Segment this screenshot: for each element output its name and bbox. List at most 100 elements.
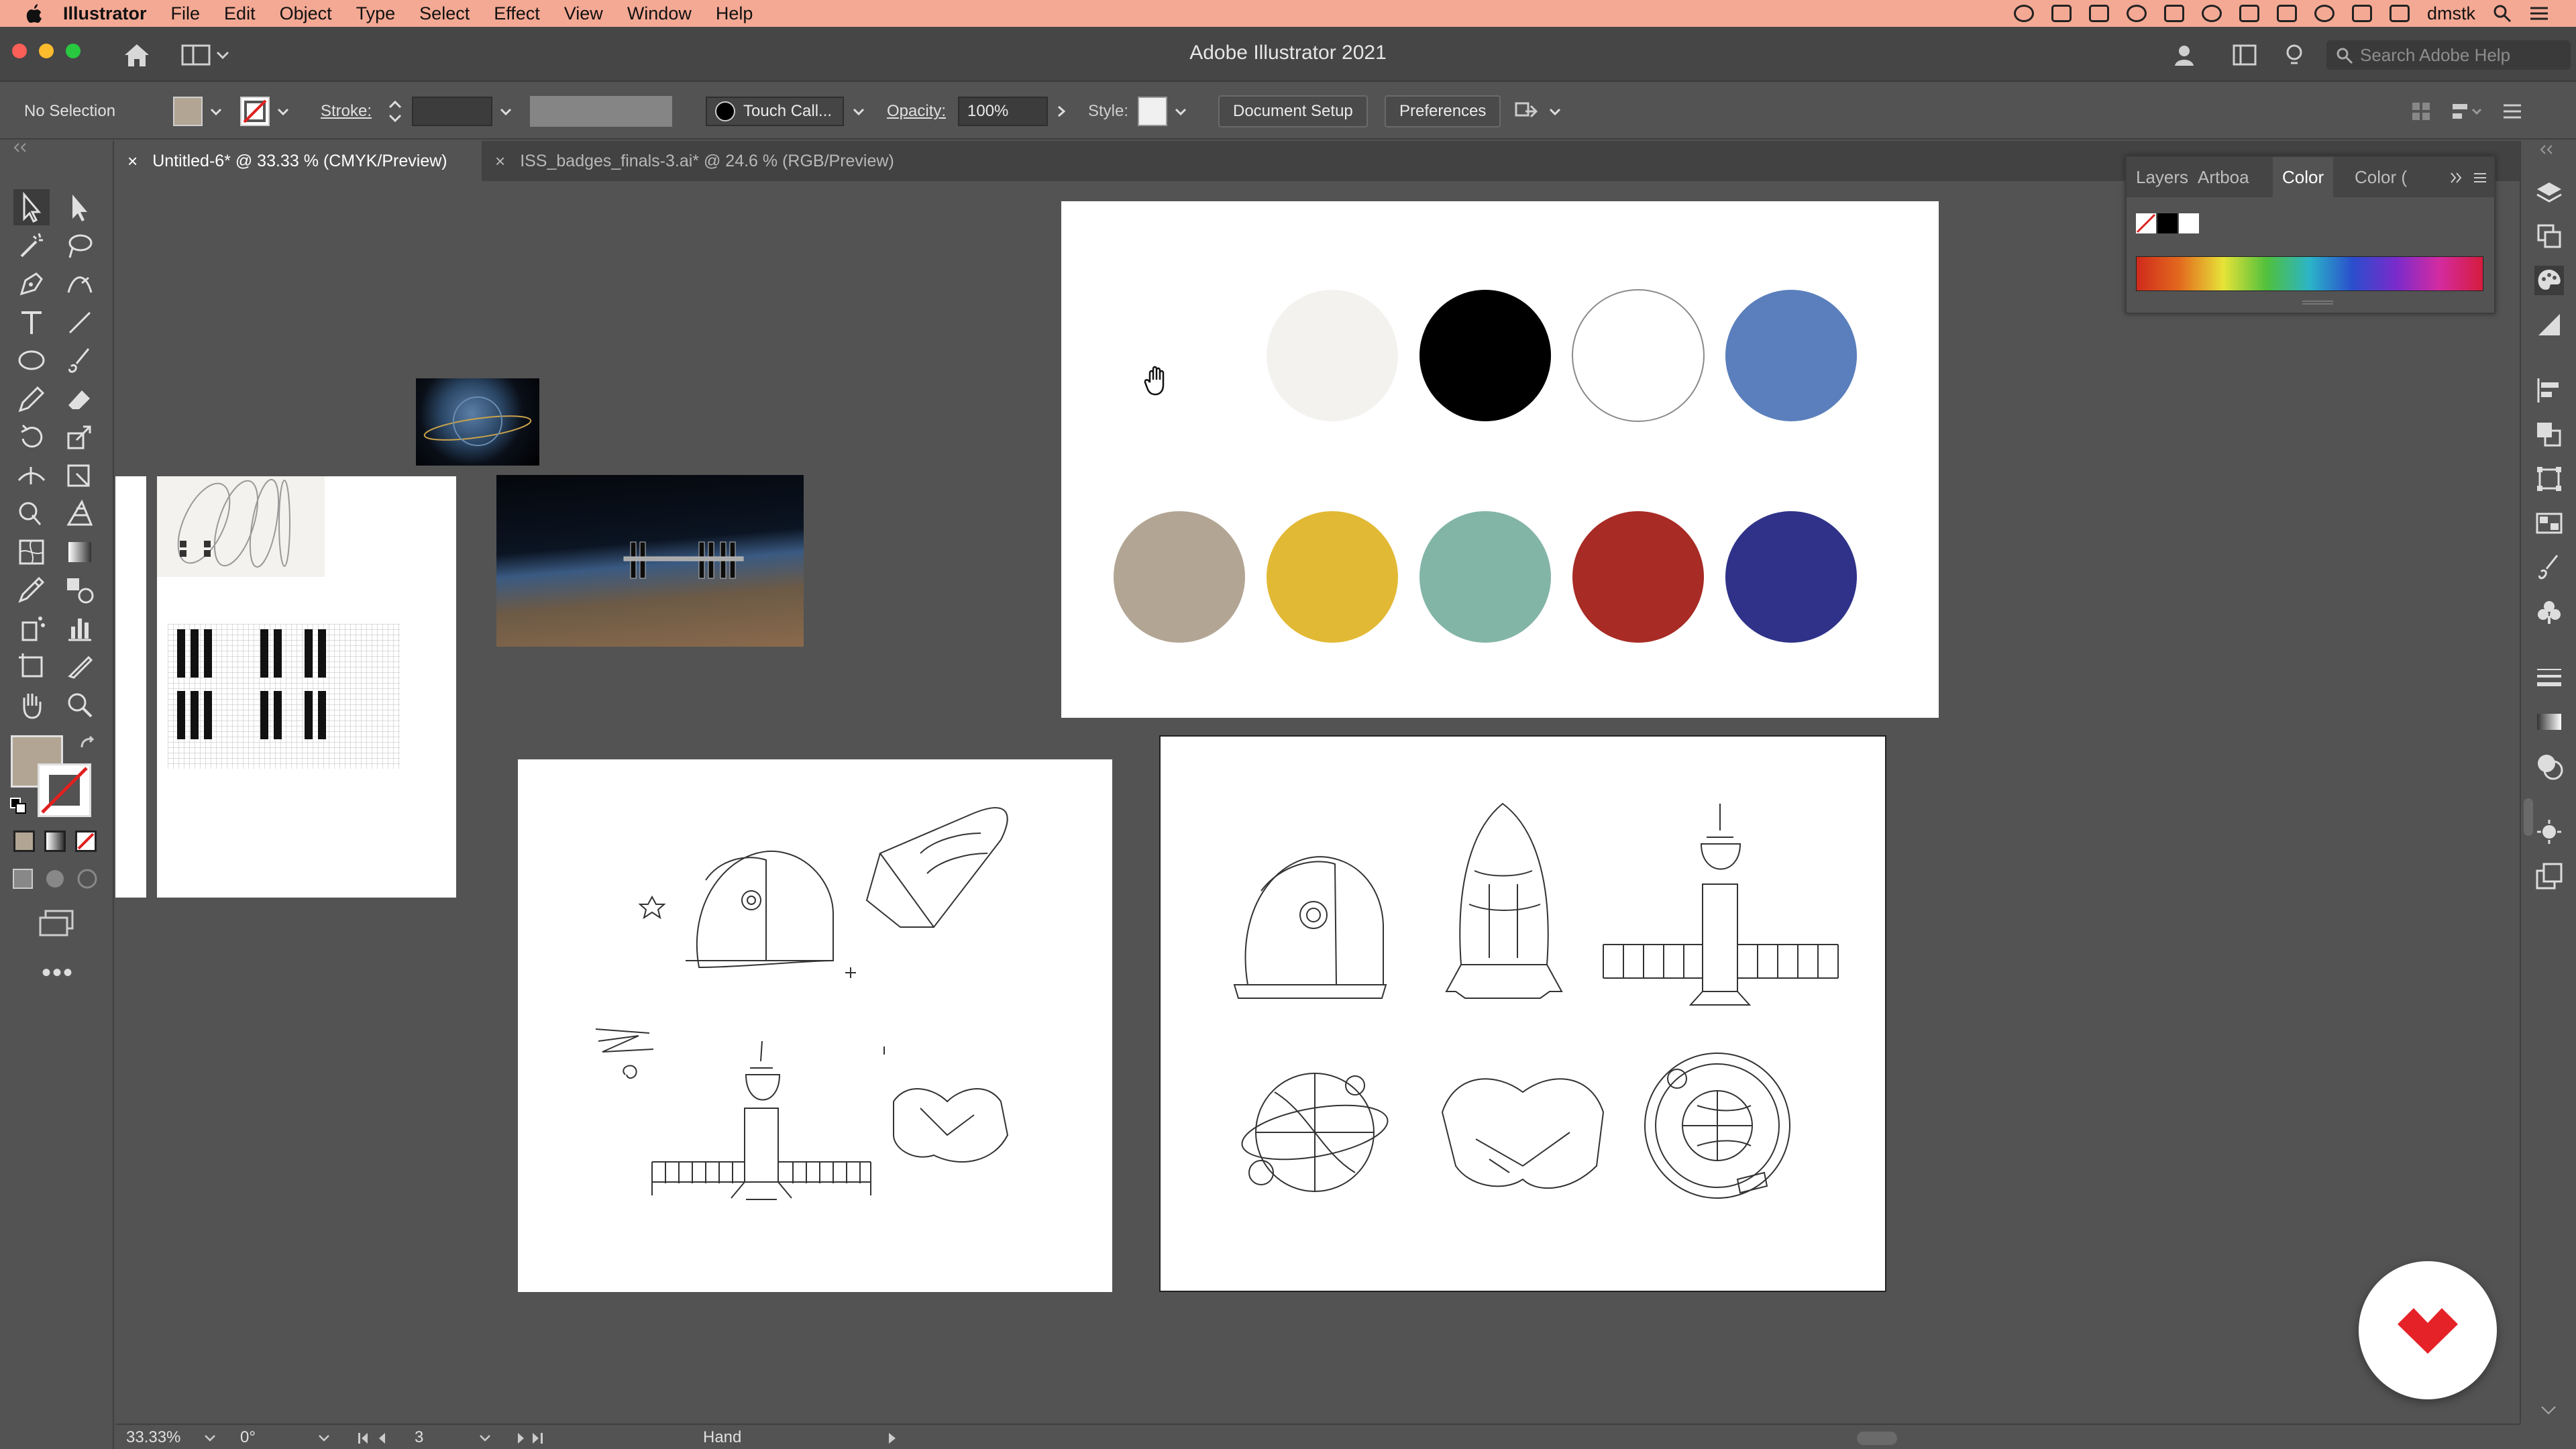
settings-icon[interactable] bbox=[2201, 5, 2222, 22]
align-panel-icon[interactable] bbox=[2534, 376, 2564, 405]
eyedropper-tool-icon[interactable] bbox=[13, 572, 50, 608]
magic-wand-tool-icon[interactable] bbox=[13, 228, 50, 264]
iss-over-earth-image[interactable] bbox=[496, 475, 804, 647]
tab-iss-badges[interactable]: × ISS_badges_finals-3.ai* @ 24.6 % (RGB/… bbox=[483, 141, 912, 181]
tab-artboards[interactable]: Artboa bbox=[2188, 157, 2259, 197]
collapse-icon[interactable] bbox=[9, 141, 36, 154]
zoom-tool-icon[interactable] bbox=[62, 687, 98, 723]
menu-view[interactable]: View bbox=[564, 3, 603, 24]
symbols-panel-icon[interactable] bbox=[2534, 597, 2564, 627]
paintbrush-tool-icon[interactable] bbox=[62, 342, 98, 378]
scrollbar-thumb[interactable] bbox=[1857, 1432, 1897, 1445]
flag-icon[interactable] bbox=[2389, 5, 2410, 22]
chevron-down-icon[interactable] bbox=[1173, 103, 1189, 119]
palette-circle-3[interactable] bbox=[1572, 289, 1705, 422]
stroke-label[interactable]: Stroke: bbox=[321, 83, 372, 140]
menu-window[interactable]: Window bbox=[627, 3, 692, 24]
screen-icon[interactable] bbox=[2051, 5, 2072, 22]
drawing-modes-icons[interactable] bbox=[12, 865, 106, 892]
layers-panel-icon[interactable] bbox=[2534, 178, 2564, 208]
handshake-sketch[interactable] bbox=[893, 1088, 1009, 1163]
document-setup-button[interactable]: Document Setup bbox=[1218, 95, 1368, 127]
satellite-icon-art[interactable] bbox=[1603, 804, 1839, 1006]
color-spectrum-slider[interactable] bbox=[2136, 256, 2483, 291]
palette-circle-8[interactable] bbox=[1572, 511, 1704, 643]
pathfinder-icon[interactable] bbox=[2534, 420, 2564, 449]
artboard-color-palette[interactable] bbox=[1061, 201, 1939, 718]
chevron-down-icon[interactable] bbox=[208, 103, 224, 119]
variable-width-profile[interactable] bbox=[530, 96, 672, 127]
stroke-weight-field[interactable] bbox=[412, 97, 492, 126]
arrange-documents-icon[interactable] bbox=[2231, 42, 2258, 68]
chevron-right-icon[interactable] bbox=[1053, 103, 1069, 119]
expand-panel-icon[interactable] bbox=[2447, 169, 2465, 186]
type-tool-icon[interactable] bbox=[13, 305, 50, 341]
pencil-tool-icon[interactable] bbox=[13, 381, 50, 417]
menu-type[interactable]: Type bbox=[356, 3, 396, 24]
apple-icon[interactable] bbox=[25, 3, 43, 23]
lasso-tool-icon[interactable] bbox=[62, 228, 98, 264]
transparency-panel-icon[interactable] bbox=[2534, 751, 2564, 781]
palette-circle-2[interactable] bbox=[1419, 290, 1551, 421]
align-icon[interactable] bbox=[2450, 100, 2483, 123]
menu-edit[interactable]: Edit bbox=[224, 3, 256, 24]
skype-icon[interactable] bbox=[2163, 5, 2184, 22]
symbol-sprayer-tool-icon[interactable] bbox=[13, 610, 50, 647]
user-name[interactable]: dmstk bbox=[2427, 3, 2475, 24]
lightbulb-icon[interactable] bbox=[2281, 42, 2308, 68]
chevron-down-icon[interactable] bbox=[851, 103, 867, 119]
hand-tool-icon[interactable] bbox=[13, 687, 50, 723]
share-icon[interactable] bbox=[2171, 42, 2198, 68]
graphic-styles-icon[interactable] bbox=[2534, 861, 2564, 891]
gradient-mode-icon[interactable] bbox=[44, 830, 66, 852]
globe-icon-art[interactable] bbox=[1238, 1073, 1391, 1192]
zoom-level[interactable]: 33.33% bbox=[126, 1425, 180, 1449]
chevron-down-icon[interactable] bbox=[498, 103, 514, 119]
oval-sketch-image[interactable] bbox=[157, 476, 325, 577]
more-tools-icon[interactable]: ••• bbox=[42, 958, 74, 988]
swatches-panel-icon[interactable] bbox=[2534, 508, 2564, 538]
color-panel-icon[interactable] bbox=[2534, 266, 2564, 295]
palette-circle-9[interactable] bbox=[1725, 511, 1857, 643]
black-swatch[interactable] bbox=[2157, 213, 2178, 233]
artboard-sketches[interactable] bbox=[157, 476, 456, 898]
tab-untitled-6[interactable]: × Untitled-6* @ 33.33 % (CMYK/Preview) bbox=[115, 141, 482, 181]
menu-help[interactable]: Help bbox=[716, 3, 753, 24]
status-menu-arrow-icon[interactable] bbox=[885, 1430, 899, 1446]
mesh-tool-icon[interactable] bbox=[13, 534, 50, 570]
brushes-panel-icon[interactable] bbox=[2534, 553, 2564, 582]
screen-mode-icon[interactable] bbox=[38, 908, 75, 938]
default-fill-stroke-icon[interactable] bbox=[8, 796, 28, 816]
gradient-panel-icon[interactable] bbox=[2534, 707, 2564, 737]
palette-circle-1[interactable] bbox=[1267, 290, 1398, 421]
rotation-value[interactable]: 0° bbox=[240, 1425, 256, 1449]
artboard-tool-icon[interactable] bbox=[13, 648, 50, 684]
none-mode-icon[interactable] bbox=[75, 830, 97, 852]
graphic-style-swatch[interactable] bbox=[1138, 97, 1167, 126]
chevron-down-icon[interactable] bbox=[203, 1432, 217, 1445]
stroke-color-swatch[interactable] bbox=[38, 763, 91, 817]
opacity-input[interactable]: 100% bbox=[958, 97, 1048, 126]
helmet-sketch[interactable] bbox=[686, 850, 834, 969]
arrange-icon[interactable] bbox=[1513, 98, 1540, 125]
scale-tool-icon[interactable] bbox=[62, 419, 98, 455]
stroke-panel-icon[interactable] bbox=[2534, 663, 2564, 692]
free-transform-tool-icon[interactable] bbox=[62, 458, 98, 494]
menu-effect[interactable]: Effect bbox=[494, 3, 540, 24]
cast-icon[interactable] bbox=[2239, 5, 2259, 22]
rocket-sketch[interactable] bbox=[865, 807, 1008, 928]
shape-builder-tool-icon[interactable] bbox=[13, 495, 50, 531]
line-segment-tool-icon[interactable] bbox=[62, 305, 98, 341]
column-graph-tool-icon[interactable] bbox=[62, 610, 98, 647]
palette-circle-4[interactable] bbox=[1725, 290, 1857, 421]
horizontal-scrollbar[interactable] bbox=[918, 1430, 2454, 1446]
artboards-panel-icon[interactable] bbox=[2534, 221, 2564, 251]
rocket-icon-art[interactable] bbox=[1445, 802, 1563, 999]
pen-tool-icon[interactable] bbox=[13, 266, 50, 302]
gradient-tool-icon[interactable] bbox=[62, 534, 98, 570]
handshake-icon-art[interactable] bbox=[1441, 1078, 1605, 1189]
white-swatch[interactable] bbox=[2179, 213, 2199, 233]
chevron-down-icon[interactable] bbox=[317, 1432, 331, 1445]
chevron-down-icon[interactable] bbox=[2538, 1403, 2559, 1417]
chevron-down-icon[interactable] bbox=[275, 103, 291, 119]
